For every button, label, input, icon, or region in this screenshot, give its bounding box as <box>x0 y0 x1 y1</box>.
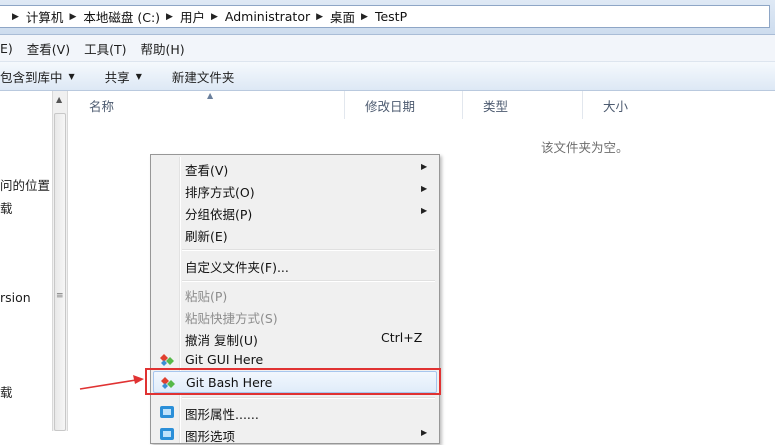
menu-item-label: 粘贴(P) <box>185 289 228 304</box>
menu-item-graphics-properties[interactable]: 图形属性...... <box>153 401 437 423</box>
menu-item-paste[interactable]: 粘贴(P) <box>153 283 437 305</box>
nav-item-downloads-2[interactable]: 载 <box>0 382 13 401</box>
column-header-type[interactable]: 类型 <box>463 91 583 119</box>
navigation-pane: 问的位置 载 rsion 载 <box>0 91 52 431</box>
column-header-name[interactable]: 名称 <box>69 91 345 119</box>
chevron-right-icon[interactable]: ▶ <box>12 12 19 22</box>
new-folder-label: 新建文件夹 <box>171 69 235 85</box>
menu-item-graphics-options[interactable]: 图形选项 ▶ <box>153 423 437 445</box>
share-label: 共享 <box>104 69 130 85</box>
column-header-date[interactable]: 修改日期 <box>345 91 463 119</box>
menu-item-undo-copy[interactable]: 撤消 复制(U) Ctrl+Z <box>153 327 437 349</box>
menu-tools[interactable]: 工具(T) <box>84 39 126 58</box>
menu-item-label: 查看(V) <box>185 163 229 178</box>
annotation-arrow-icon <box>79 375 144 390</box>
breadcrumb-item[interactable]: ▶ 计算机 <box>6 7 63 26</box>
include-in-library-label: 包含到库中 <box>0 69 63 85</box>
command-toolbar: 包含到库中 ▼ 共享 ▼ 新建文件夹 <box>0 62 775 91</box>
share-button[interactable]: 共享 ▼ <box>105 67 142 86</box>
menu-bar: E) 查看(V) 工具(T) 帮助(H) <box>0 35 775 62</box>
column-header-size[interactable]: 大小 <box>583 91 775 119</box>
scrollbar-thumb[interactable] <box>54 113 66 431</box>
scrollbar-grip-icon: ≡ <box>56 291 64 301</box>
submenu-arrow-icon: ▶ <box>421 206 428 215</box>
column-headers: ▲ 名称 修改日期 类型 大小 <box>69 91 775 119</box>
submenu-arrow-icon: ▶ <box>421 428 428 437</box>
annotation-highlight-box <box>145 368 441 395</box>
chevron-right-icon[interactable]: ▶ <box>211 12 218 22</box>
menu-item-label: 自定义文件夹(F)... <box>185 260 289 275</box>
breadcrumb-item[interactable]: ▶ 本地磁盘 (C:) <box>63 7 160 26</box>
nav-item-recent-places[interactable]: 问的位置 <box>0 175 50 194</box>
menu-separator <box>182 397 435 399</box>
context-menu: 查看(V) ▶ 排序方式(O) ▶ 分组依据(P) ▶ 刷新(E) 自定义文件夹… <box>150 154 440 444</box>
menu-item-label: 粘贴快捷方式(S) <box>185 311 278 326</box>
dropdown-caret-icon: ▼ <box>68 71 75 81</box>
menu-item-label: 刷新(E) <box>185 229 228 244</box>
menu-help[interactable]: 帮助(H) <box>140 39 184 58</box>
chevron-right-icon[interactable]: ▶ <box>316 12 323 22</box>
chevron-right-icon[interactable]: ▶ <box>69 12 76 22</box>
graphics-properties-icon <box>160 406 174 418</box>
menu-edit[interactable]: E) <box>0 41 13 56</box>
menu-item-paste-shortcut[interactable]: 粘贴快捷方式(S) <box>153 305 437 327</box>
submenu-arrow-icon: ▶ <box>421 184 428 193</box>
new-folder-button[interactable]: 新建文件夹 <box>172 67 235 86</box>
breadcrumb-item[interactable]: ▶ TestP <box>355 9 407 24</box>
scroll-up-icon[interactable]: ▲ <box>56 95 62 104</box>
dropdown-caret-icon: ▼ <box>135 71 142 81</box>
breadcrumb-item[interactable]: ▶ Administrator <box>205 9 310 24</box>
empty-folder-message: 该文件夹为空。 <box>541 140 629 155</box>
nav-scrollbar[interactable]: ▲ ≡ <box>52 91 68 431</box>
menu-item-sort-by[interactable]: 排序方式(O) ▶ <box>153 179 437 201</box>
menu-item-shortcut: Ctrl+Z <box>381 330 423 345</box>
submenu-arrow-icon: ▶ <box>421 162 428 171</box>
menu-item-label: 分组依据(P) <box>185 207 253 222</box>
menu-item-label: 撤消 复制(U) <box>185 333 258 348</box>
chevron-right-icon[interactable]: ▶ <box>361 12 368 22</box>
menu-item-label: 排序方式(O) <box>185 185 255 200</box>
menu-item-view[interactable]: 查看(V) ▶ <box>153 157 437 179</box>
menu-item-refresh[interactable]: 刷新(E) <box>153 223 437 245</box>
nav-item-subversion[interactable]: rsion <box>0 290 31 305</box>
git-gui-icon <box>160 354 174 366</box>
menu-item-label: 图形选项 <box>185 429 236 444</box>
graphics-options-icon <box>160 428 174 440</box>
menu-item-customize-folder[interactable]: 自定义文件夹(F)... <box>153 254 437 276</box>
menu-item-group-by[interactable]: 分组依据(P) ▶ <box>153 201 437 223</box>
include-in-library-button[interactable]: 包含到库中 ▼ <box>0 67 75 86</box>
menu-item-label: 图形属性...... <box>185 407 259 422</box>
breadcrumb-item[interactable]: ▶ 用户 <box>160 7 205 26</box>
nav-item-downloads[interactable]: 载 <box>0 198 13 217</box>
breadcrumb[interactable]: ▶ 计算机 ▶ 本地磁盘 (C:) ▶ 用户 ▶ Administrator ▶ 桌面 ▶… <box>0 5 770 28</box>
address-bar: ▶ 计算机 ▶ 本地磁盘 (C:) ▶ 用户 ▶ Administrator ▶ 桌面 ▶… <box>0 0 775 35</box>
chevron-right-icon[interactable]: ▶ <box>166 12 173 22</box>
menu-separator <box>182 280 435 282</box>
menu-separator <box>182 249 435 251</box>
breadcrumb-item[interactable]: ▶ 桌面 <box>310 7 355 26</box>
menu-view[interactable]: 查看(V) <box>27 39 70 58</box>
menu-item-label: Git GUI Here <box>185 352 264 367</box>
